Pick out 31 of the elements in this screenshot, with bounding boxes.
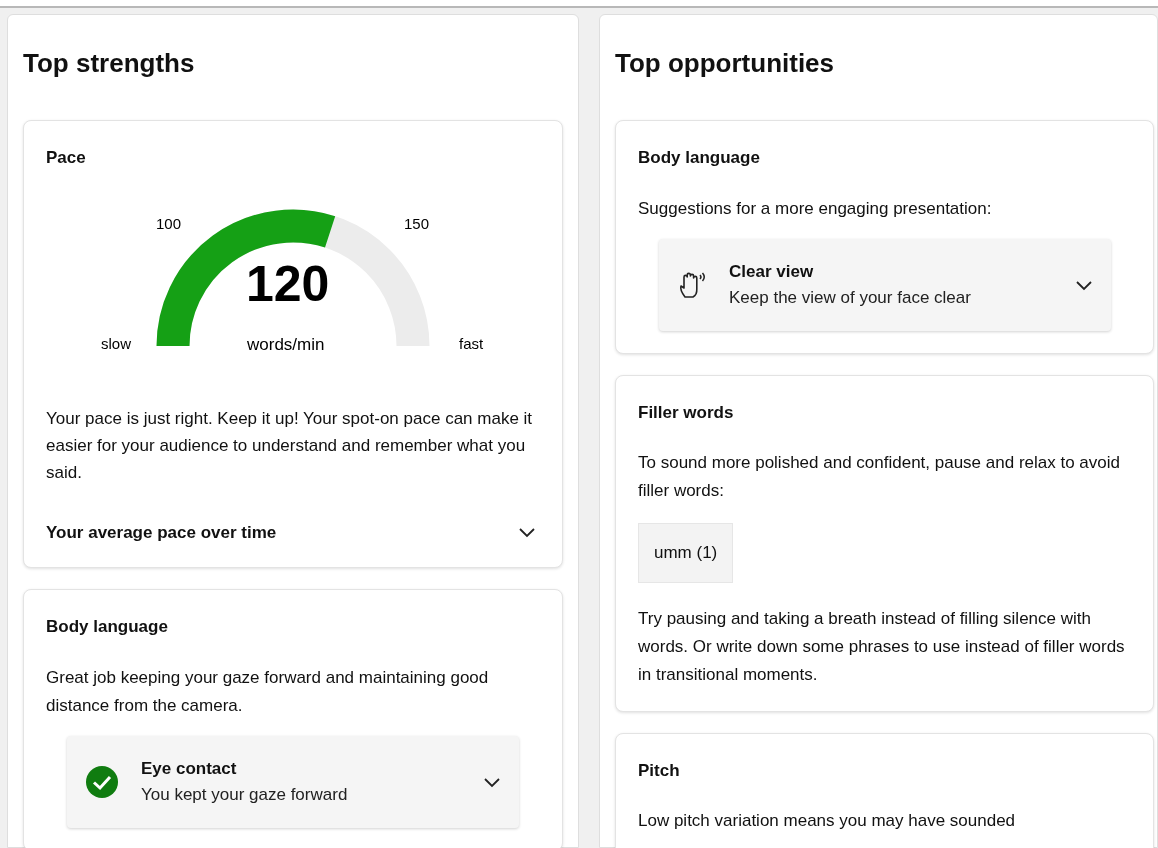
card-title: Filler words <box>638 401 735 424</box>
pace-unit: words/min <box>247 333 325 356</box>
chevron-down-icon <box>1075 278 1093 291</box>
card-note: Try pausing and taking a breath instead of filling silence with words. Or write down some phrases to use instead of filler words in transitional moments. <box>638 607 1126 686</box>
card-title: Body language <box>638 147 761 169</box>
card-text: Your pace is just right. Keep it up! Your spot-on pace can make it easier for your audience to understand and remember what you said. <box>46 407 534 484</box>
tip-title: Clear view <box>729 260 815 283</box>
gauge-tick-label: 150 <box>404 213 430 234</box>
chevron-down-icon <box>483 775 501 788</box>
pace-value: 120 <box>246 258 330 309</box>
chevron-down-icon <box>518 526 536 539</box>
tip-item[interactable]: Eye contact You kept your gaze forward <box>67 735 519 828</box>
check-circle-icon <box>85 764 119 799</box>
card-title: Pace <box>46 147 87 169</box>
column-title: Top strengths <box>23 47 196 79</box>
tip-subtitle: Keep the view of your face clear <box>729 286 972 309</box>
tip-title: Eye contact <box>141 757 238 780</box>
card-text: Low pitch variation means you may have sounded <box>638 810 1017 832</box>
card-text: Suggestions for a more engaging presentation: <box>638 197 993 220</box>
filler-word-chip: umm (1) <box>638 523 734 583</box>
column-title: Top opportunities <box>615 47 836 79</box>
tip-item[interactable]: Clear view Keep the view of your face clear <box>659 238 1111 331</box>
gauge-tick-label: 100 <box>156 213 182 234</box>
card-title: Body language <box>46 616 169 638</box>
expander-toggle[interactable]: Your average pace over time <box>46 519 540 545</box>
card-text: Great job keeping your gaze forward and maintaining good distance from the camera. <box>46 666 490 717</box>
gauge-end-label: fast <box>459 333 484 354</box>
gauge-end-label: slow <box>101 333 131 354</box>
tip-subtitle: You kept your gaze forward <box>141 783 349 806</box>
card-title: Pitch <box>638 759 681 782</box>
card-text: To sound more polished and confident, pause and relax to avoid filler words: <box>638 452 1121 502</box>
